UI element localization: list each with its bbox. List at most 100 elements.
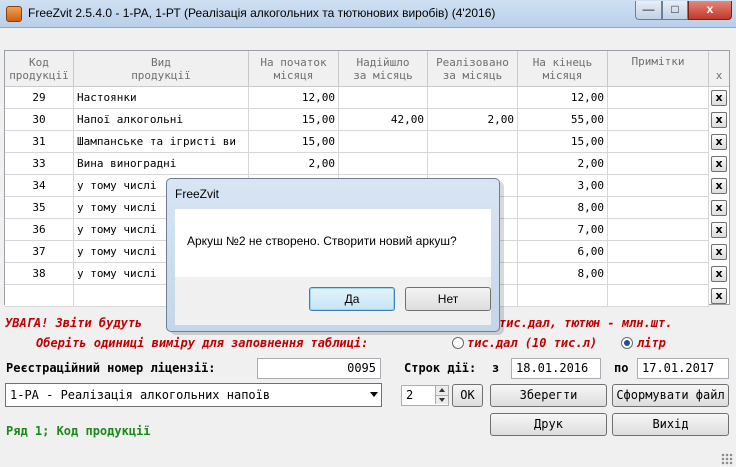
table-header: Код продукції Вид продукції На початок м…	[5, 51, 729, 87]
header-sold: Реалізовано за місяць	[428, 51, 518, 87]
delete-row-button[interactable]: x	[711, 266, 727, 282]
cell-end[interactable]: 8,00	[518, 197, 608, 219]
cell-name[interactable]: Напої алкогольні	[74, 109, 249, 131]
cell-code[interactable]: 29	[5, 87, 74, 109]
cell-end[interactable]: 12,00	[518, 87, 608, 109]
cell-sold[interactable]: 2,00	[428, 109, 518, 131]
header-notes: Примітки	[608, 51, 709, 87]
cell-in[interactable]	[339, 153, 428, 175]
cell-name[interactable]: Вина виноградні	[74, 153, 249, 175]
cell-code[interactable]: 31	[5, 131, 74, 153]
cell-note[interactable]	[608, 241, 709, 263]
spin-up-icon[interactable]	[435, 386, 448, 395]
cell-end[interactable]: 15,00	[518, 131, 608, 153]
cell-sold[interactable]	[428, 153, 518, 175]
sheet-number-value: 2	[406, 388, 414, 402]
table-row[interactable]: 30 Напої алкогольні 15,00 42,00 2,00 55,00 x	[5, 109, 729, 131]
header-start: На початок місяця	[249, 51, 339, 87]
cell-code[interactable]: 38	[5, 263, 74, 285]
sheet-number-stepper[interactable]: 2	[401, 385, 449, 406]
header-delete: x	[709, 51, 729, 87]
ok-button[interactable]: OK	[452, 384, 483, 407]
resize-grip-icon[interactable]	[721, 453, 733, 465]
print-button[interactable]: Друк	[490, 413, 607, 436]
table-row[interactable]: 31 Шампанське та ігристі ви 15,00 15,00 x	[5, 131, 729, 153]
delete-row-button[interactable]: x	[711, 288, 727, 304]
unit-option-thousand-dal: тис.дал (10 тис.л)	[467, 336, 598, 350]
cell-note[interactable]	[608, 131, 709, 153]
cell-code[interactable]: 30	[5, 109, 74, 131]
report-type-select[interactable]: 1-РА - Реалізація алкогольних напоїв	[5, 383, 382, 407]
cell-end[interactable]: 6,00	[518, 241, 608, 263]
title-bar: FreeZvit 2.5.4.0 - 1-РА, 1-РТ (Реалізаці…	[0, 0, 736, 28]
cell-name[interactable]: Настоянки	[74, 87, 249, 109]
cell-start[interactable]: 15,00	[249, 131, 339, 153]
delete-row-button[interactable]: x	[711, 222, 727, 238]
table-row[interactable]: 29 Настоянки 12,00 12,00 x	[5, 87, 729, 109]
header-code: Код продукції	[5, 51, 74, 87]
cell-note[interactable]	[608, 197, 709, 219]
delete-row-button[interactable]: x	[711, 112, 727, 128]
cell-code[interactable]: 34	[5, 175, 74, 197]
cell-start[interactable]: 12,00	[249, 87, 339, 109]
cell-end[interactable]: 55,00	[518, 109, 608, 131]
license-input[interactable]: 0095	[257, 358, 381, 379]
delete-row-button[interactable]: x	[711, 134, 727, 150]
warning-text-end: тис.дал, тютюн - млн.шт.	[499, 316, 673, 330]
spin-down-icon[interactable]	[435, 395, 448, 404]
cell-code[interactable]: 35	[5, 197, 74, 219]
minimize-button[interactable]: —	[635, 1, 662, 20]
unit-option-liter: літр	[637, 336, 666, 350]
cell-code[interactable]: 37	[5, 241, 74, 263]
cell-note[interactable]	[608, 285, 709, 307]
cell-start[interactable]: 2,00	[249, 153, 339, 175]
table-row[interactable]: 33 Вина виноградні 2,00 2,00 x	[5, 153, 729, 175]
cell-end[interactable]	[518, 285, 608, 307]
from-date-input[interactable]: 18.01.2016	[511, 358, 601, 379]
cell-name[interactable]: Шампанське та ігристі ви	[74, 131, 249, 153]
cell-end[interactable]: 3,00	[518, 175, 608, 197]
exit-button[interactable]: Вихід	[612, 413, 729, 436]
make-file-button[interactable]: Сформувати файл	[612, 384, 729, 407]
maximize-button[interactable]: □	[662, 1, 688, 20]
cell-sold[interactable]	[428, 131, 518, 153]
cell-sold[interactable]	[428, 87, 518, 109]
yes-button[interactable]: Да	[309, 287, 395, 311]
cell-end[interactable]: 8,00	[518, 263, 608, 285]
unit-radio-thousand-dal[interactable]	[452, 337, 464, 349]
cell-note[interactable]	[608, 263, 709, 285]
cell-in[interactable]	[339, 131, 428, 153]
cell-note[interactable]	[608, 219, 709, 241]
cell-note[interactable]	[608, 175, 709, 197]
dialog-body: Аркуш №2 не створено. Створити новий арк…	[175, 209, 491, 277]
cell-note[interactable]	[608, 153, 709, 175]
cell-end[interactable]: 7,00	[518, 219, 608, 241]
cell-start[interactable]: 15,00	[249, 109, 339, 131]
cell-code[interactable]: 33	[5, 153, 74, 175]
delete-row-button[interactable]: x	[711, 200, 727, 216]
dialog-title: FreeZvit	[175, 187, 220, 201]
cell-note[interactable]	[608, 109, 709, 131]
cell-code[interactable]	[5, 285, 74, 307]
cell-note[interactable]	[608, 87, 709, 109]
header-end: На кінець місяця	[518, 51, 608, 87]
delete-row-button[interactable]: x	[711, 178, 727, 194]
save-button[interactable]: Зберегти	[490, 384, 607, 407]
window-title: FreeZvit 2.5.4.0 - 1-РА, 1-РТ (Реалізаці…	[28, 6, 496, 20]
cell-in[interactable]: 42,00	[339, 109, 428, 131]
unit-radio-liter[interactable]	[621, 337, 633, 349]
from-label: з	[492, 361, 500, 375]
app-icon	[6, 6, 22, 22]
license-label: Реєстраційний номер ліцензії:	[6, 361, 216, 375]
units-prompt: Оберіть одиниці виміру для заповнення та…	[36, 336, 369, 350]
to-date-input[interactable]: 17.01.2017	[637, 358, 729, 379]
cell-in[interactable]	[339, 87, 428, 109]
no-button[interactable]: Нет	[405, 287, 491, 311]
dialog-footer: Да Нет	[175, 277, 491, 325]
delete-row-button[interactable]: x	[711, 244, 727, 260]
delete-row-button[interactable]: x	[711, 156, 727, 172]
cell-end[interactable]: 2,00	[518, 153, 608, 175]
close-window-button[interactable]: x	[688, 1, 732, 20]
delete-row-button[interactable]: x	[711, 90, 727, 106]
cell-code[interactable]: 36	[5, 219, 74, 241]
